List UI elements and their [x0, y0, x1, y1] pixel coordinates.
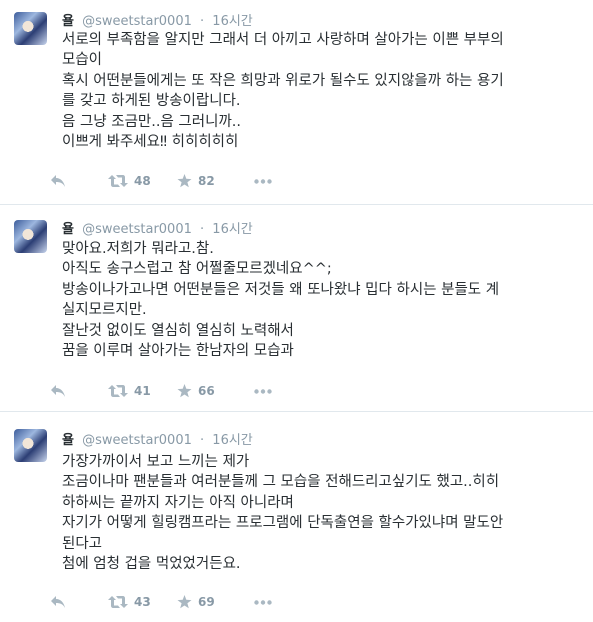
tweet-text-line: 조금이나마 팬분들과 여러분들께 그 모습을 전해드리고싶기도 했고..히히 [62, 474, 500, 491]
tweet-text-line: 음 그냥 조금만..음 그러니까.. [62, 113, 242, 130]
tweet-text-line: 아직도 송구스럽고 참 어쩔줄모르겠네요^^; [62, 261, 332, 278]
tweet-text-line: 꿈을 이루며 살아가는 한남자의 모습과 [62, 343, 294, 360]
star-icon [177, 595, 192, 609]
tweet-3[interactable]: 욜 @sweetstar0001 · 16시간 가장가까이서 보고 느끼는 제가… [0, 412, 593, 622]
retweet-count: 43 [134, 595, 151, 609]
retweet-button[interactable]: 48 [108, 174, 151, 188]
tweet-text-line: 를 갖고 하게된 방송이랍니다. [62, 93, 241, 110]
avatar[interactable] [14, 12, 47, 45]
separator-dot: · [200, 222, 205, 237]
like-button[interactable]: 69 [177, 595, 215, 609]
tweet-header: 욜 @sweetstar0001 · 16시간 [62, 10, 253, 29]
tweet-text-line: 서로의 부족함을 알지만 그래서 더 아끼고 사랑하며 살아가는 이쁜 부부의 [62, 32, 504, 48]
tweet-text-line: 모습이 [62, 52, 103, 69]
retweet-icon [108, 175, 128, 187]
like-button[interactable]: 82 [177, 174, 215, 188]
tweet-text: 가장가까이서 보고 느끼는 제가 조금이나마 팬분들과 여러분들께 그 모습을 … [62, 452, 582, 574]
username[interactable]: @sweetstar0001 [82, 222, 192, 237]
reply-button[interactable] [50, 174, 66, 188]
separator-dot: · [200, 433, 205, 448]
tweet-1[interactable]: 욜 @sweetstar0001 · 16시간 서로의 부족함을 알지만 그래서… [0, 0, 593, 205]
retweet-count: 48 [134, 174, 151, 188]
avatar[interactable] [14, 429, 47, 462]
tweet-text-line: 잘난것 없이도 열심히 열심히 노력해서 [62, 322, 294, 339]
more-button[interactable] [254, 389, 272, 394]
tweet-text-line: 첨에 엄청 겁을 먹었었거든요. [62, 556, 241, 573]
separator-dot: · [200, 14, 205, 29]
tweet-text-line: 맞아요.저희가 뭐라고.참. [62, 241, 214, 257]
star-icon [177, 174, 192, 188]
more-icon [254, 389, 272, 394]
reply-icon [51, 596, 65, 608]
reply-button[interactable] [50, 384, 66, 398]
tweet-text-line: 혹시 어떤분들에게는 또 작은 희망과 위로가 될수도 있지않을까 하는 용기 [62, 72, 504, 89]
more-icon [254, 600, 272, 605]
more-button[interactable] [254, 179, 272, 184]
retweet-icon [108, 596, 128, 608]
retweet-button[interactable]: 43 [108, 595, 151, 609]
username[interactable]: @sweetstar0001 [82, 14, 192, 29]
tweet-header: 욜 @sweetstar0001 · 16시간 [62, 218, 253, 237]
like-count: 69 [198, 595, 215, 609]
username[interactable]: @sweetstar0001 [82, 433, 192, 448]
retweet-button[interactable]: 41 [108, 384, 151, 398]
reply-button[interactable] [50, 595, 66, 609]
reply-icon [51, 385, 65, 397]
like-count: 82 [198, 174, 215, 188]
tweet-2[interactable]: 욜 @sweetstar0001 · 16시간 맞아요.저희가 뭐라고.참. 아… [0, 205, 593, 412]
tweet-text-line: 방송이나가고나면 어떤분들은 저것들 왜 또나왔냐 밉다 하시는 분들도 계 [62, 281, 500, 298]
tweet-text-line: 가장가까이서 보고 느끼는 제가 [62, 454, 250, 470]
tweet-text-line: 실지모르지만. [62, 302, 147, 319]
tweet-text-line: 이쁘게 봐주세요‼ 히히히히히 [62, 134, 239, 151]
tweet-text-line: 자기가 어떻게 힐링캠프라는 프로그램에 단독출연을 할수가있냐며 말도안 [62, 515, 504, 532]
tweet-text-line: 된다고 [62, 535, 103, 552]
tweet-text: 맞아요.저희가 뭐라고.참. 아직도 송구스럽고 참 어쩔줄모르겠네요^^; 방… [62, 239, 582, 361]
tweet-feed: 욜 @sweetstar0001 · 16시간 서로의 부족함을 알지만 그래서… [0, 0, 593, 622]
tweet-text-line: 하하씨는 끝까지 자기는 아직 아니라며 [62, 494, 294, 511]
avatar[interactable] [14, 220, 47, 253]
display-name[interactable]: 욜 [62, 433, 74, 448]
timestamp[interactable]: 16시간 [212, 433, 252, 448]
tweet-text: 서로의 부족함을 알지만 그래서 더 아끼고 사랑하며 살아가는 이쁜 부부의 … [62, 30, 582, 152]
retweet-count: 41 [134, 384, 151, 398]
more-icon [254, 179, 272, 184]
timestamp[interactable]: 16시간 [212, 222, 252, 237]
like-count: 66 [198, 384, 215, 398]
star-icon [177, 384, 192, 398]
tweet-header: 욜 @sweetstar0001 · 16시간 [62, 429, 253, 448]
display-name[interactable]: 욜 [62, 222, 74, 237]
retweet-icon [108, 385, 128, 397]
like-button[interactable]: 66 [177, 384, 215, 398]
display-name[interactable]: 욜 [62, 14, 74, 29]
reply-icon [51, 175, 65, 187]
more-button[interactable] [254, 600, 272, 605]
timestamp[interactable]: 16시간 [212, 14, 252, 29]
